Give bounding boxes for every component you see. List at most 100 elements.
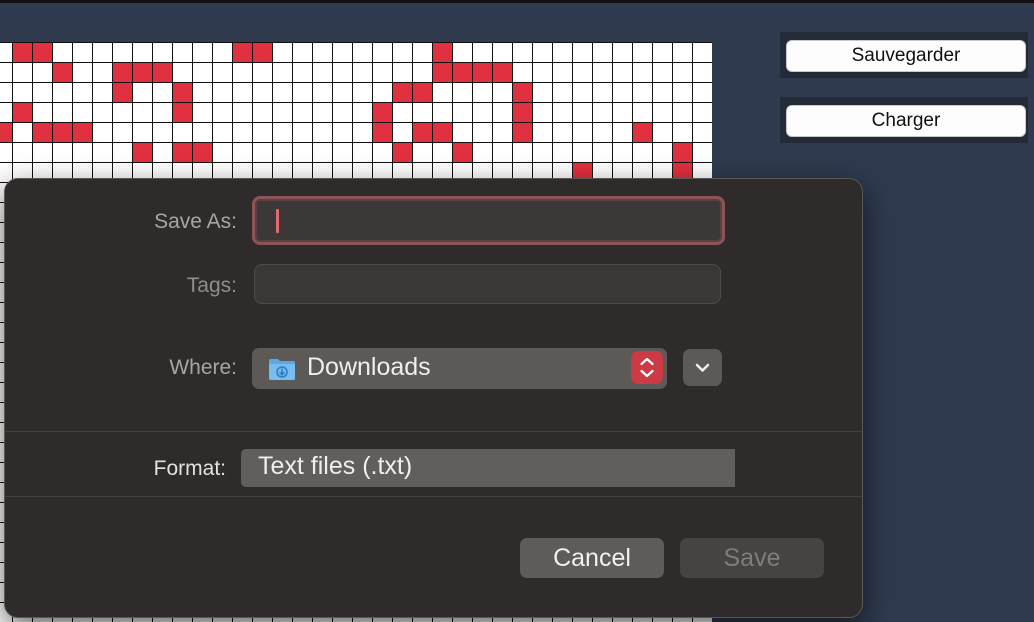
grid-cell[interactable] — [93, 43, 112, 62]
grid-cell[interactable] — [633, 143, 652, 162]
grid-cell[interactable] — [393, 43, 412, 62]
grid-cell[interactable] — [313, 63, 332, 82]
grid-cell[interactable] — [513, 123, 532, 142]
grid-cell[interactable] — [213, 83, 232, 102]
grid-cell[interactable] — [673, 83, 692, 102]
grid-cell[interactable] — [593, 83, 612, 102]
grid-cell[interactable] — [493, 103, 512, 122]
grid-cell[interactable] — [233, 143, 252, 162]
grid-cell[interactable] — [533, 103, 552, 122]
grid-cell[interactable] — [193, 143, 212, 162]
grid-cell[interactable] — [133, 123, 152, 142]
grid-cell[interactable] — [653, 143, 672, 162]
grid-cell[interactable] — [613, 143, 632, 162]
grid-cell[interactable] — [173, 103, 192, 122]
grid-cell[interactable] — [333, 63, 352, 82]
grid-cell[interactable] — [393, 123, 412, 142]
grid-cell[interactable] — [413, 123, 432, 142]
grid-cell[interactable] — [293, 43, 312, 62]
grid-cell[interactable] — [33, 83, 52, 102]
grid-cell[interactable] — [273, 63, 292, 82]
grid-cell[interactable] — [433, 63, 452, 82]
grid-cell[interactable] — [313, 83, 332, 102]
grid-cell[interactable] — [133, 143, 152, 162]
grid-cell[interactable] — [453, 103, 472, 122]
grid-cell[interactable] — [633, 123, 652, 142]
grid-cell[interactable] — [473, 43, 492, 62]
grid-cell[interactable] — [273, 103, 292, 122]
grid-cell[interactable] — [73, 143, 92, 162]
grid-cell[interactable] — [573, 143, 592, 162]
grid-cell[interactable] — [473, 83, 492, 102]
sauvegarder-button[interactable]: Sauvegarder — [786, 40, 1026, 72]
grid-cell[interactable] — [333, 43, 352, 62]
grid-cell[interactable] — [153, 43, 172, 62]
grid-cell[interactable] — [333, 83, 352, 102]
grid-cell[interactable] — [113, 143, 132, 162]
grid-cell[interactable] — [413, 83, 432, 102]
where-stepper[interactable] — [631, 351, 663, 384]
grid-cell[interactable] — [293, 103, 312, 122]
grid-cell[interactable] — [233, 43, 252, 62]
grid-cell[interactable] — [633, 103, 652, 122]
grid-cell[interactable] — [0, 83, 12, 102]
grid-cell[interactable] — [693, 123, 712, 142]
grid-cell[interactable] — [653, 83, 672, 102]
grid-cell[interactable] — [93, 103, 112, 122]
grid-cell[interactable] — [13, 123, 32, 142]
grid-cell[interactable] — [393, 63, 412, 82]
grid-cell[interactable] — [53, 123, 72, 142]
grid-cell[interactable] — [453, 123, 472, 142]
grid-cell[interactable] — [253, 43, 272, 62]
grid-cell[interactable] — [213, 103, 232, 122]
grid-cell[interactable] — [193, 103, 212, 122]
grid-cell[interactable] — [113, 103, 132, 122]
grid-cell[interactable] — [133, 63, 152, 82]
grid-cell[interactable] — [693, 63, 712, 82]
grid-cell[interactable] — [173, 143, 192, 162]
grid-cell[interactable] — [133, 103, 152, 122]
grid-cell[interactable] — [53, 63, 72, 82]
format-select[interactable]: Text files (.txt) — [241, 449, 735, 487]
where-select[interactable]: Downloads — [252, 348, 667, 389]
grid-cell[interactable] — [373, 43, 392, 62]
grid-cell[interactable] — [493, 123, 512, 142]
grid-cell[interactable] — [673, 43, 692, 62]
grid-cell[interactable] — [0, 143, 12, 162]
grid-cell[interactable] — [373, 123, 392, 142]
grid-cell[interactable] — [493, 83, 512, 102]
grid-cell[interactable] — [53, 143, 72, 162]
grid-cell[interactable] — [693, 43, 712, 62]
grid-cell[interactable] — [453, 63, 472, 82]
grid-cell[interactable] — [293, 83, 312, 102]
grid-cell[interactable] — [613, 63, 632, 82]
grid-cell[interactable] — [493, 143, 512, 162]
grid-cell[interactable] — [293, 143, 312, 162]
grid-cell[interactable] — [453, 83, 472, 102]
grid-cell[interactable] — [333, 123, 352, 142]
grid-cell[interactable] — [513, 143, 532, 162]
grid-cell[interactable] — [513, 63, 532, 82]
grid-cell[interactable] — [613, 43, 632, 62]
grid-cell[interactable] — [353, 43, 372, 62]
grid-cell[interactable] — [553, 63, 572, 82]
grid-cell[interactable] — [253, 103, 272, 122]
grid-cell[interactable] — [473, 103, 492, 122]
grid-cell[interactable] — [373, 63, 392, 82]
grid-cell[interactable] — [193, 83, 212, 102]
grid-cell[interactable] — [93, 123, 112, 142]
grid-cell[interactable] — [173, 63, 192, 82]
grid-cell[interactable] — [153, 123, 172, 142]
grid-cell[interactable] — [593, 143, 612, 162]
grid-cell[interactable] — [213, 123, 232, 142]
grid-cell[interactable] — [193, 123, 212, 142]
grid-cell[interactable] — [493, 43, 512, 62]
grid-cell[interactable] — [313, 103, 332, 122]
grid-cell[interactable] — [353, 123, 372, 142]
grid-cell[interactable] — [33, 123, 52, 142]
grid-cell[interactable] — [173, 123, 192, 142]
grid-cell[interactable] — [0, 43, 12, 62]
grid-cell[interactable] — [673, 123, 692, 142]
grid-cell[interactable] — [113, 83, 132, 102]
grid-cell[interactable] — [433, 83, 452, 102]
